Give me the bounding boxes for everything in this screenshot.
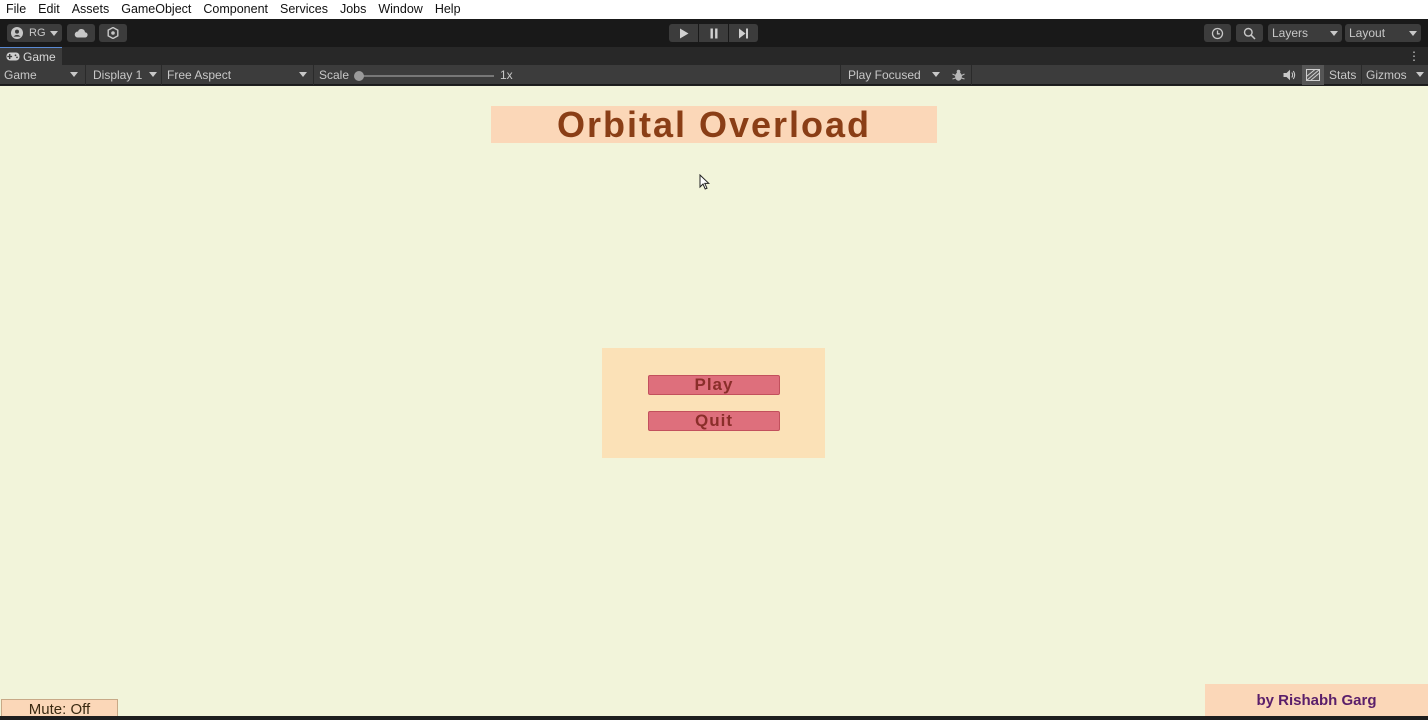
view-mode-dropdown[interactable]: Game <box>0 65 82 85</box>
tab-bar: Game ⋮ <box>0 47 1428 65</box>
menu-help[interactable]: Help <box>429 0 467 19</box>
frame-debugger-button[interactable] <box>948 65 970 85</box>
playmode-controls <box>669 24 758 42</box>
layout-dropdown[interactable]: Layout <box>1345 24 1421 42</box>
game-view-toolbar: Game Display 1 Free Aspect Scale 1x Play… <box>0 65 1428 85</box>
undo-history-button[interactable] <box>1204 24 1231 42</box>
mute-toggle-button[interactable]: Mute: Off <box>1 699 118 716</box>
title-banner: Orbital Overload <box>491 103 937 145</box>
menu-file[interactable]: File <box>0 0 32 19</box>
main-toolbar: RG Layers Layout <box>0 19 1428 47</box>
layers-label: Layers <box>1272 26 1309 40</box>
play-game-button[interactable]: Play <box>648 375 780 395</box>
play-mode-label: Play Focused <box>848 68 921 82</box>
account-dropdown[interactable]: RG <box>7 24 62 42</box>
gizmos-label: Gizmos <box>1366 68 1407 82</box>
chevron-down-icon <box>299 72 307 77</box>
bug-icon <box>952 69 965 85</box>
chevron-down-icon <box>70 72 78 77</box>
cloud-button[interactable] <box>67 24 95 42</box>
display-label: Display 1 <box>93 68 143 82</box>
display-dropdown[interactable]: Display 1 <box>89 65 161 85</box>
scale-slider-track[interactable] <box>358 75 494 77</box>
menu-component[interactable]: Component <box>197 0 274 19</box>
window-bottom-edge <box>0 716 1428 720</box>
speaker-icon <box>1283 69 1296 84</box>
divider <box>971 65 972 85</box>
chevron-down-icon <box>50 31 58 36</box>
aspect-dropdown[interactable]: Free Aspect <box>163 65 311 85</box>
tab-game[interactable]: Game <box>0 47 62 65</box>
divider <box>85 65 86 85</box>
chevron-down-icon <box>149 72 157 77</box>
search-icon <box>1243 27 1256 40</box>
layers-dropdown[interactable]: Layers <box>1268 24 1342 42</box>
step-icon <box>738 24 749 43</box>
more-options-icon[interactable]: ⋮ <box>1408 49 1420 63</box>
search-button[interactable] <box>1236 24 1263 42</box>
settings-icon <box>107 27 119 39</box>
chevron-down-icon <box>932 72 940 77</box>
divider <box>313 65 314 85</box>
grid-icon <box>1306 69 1320 84</box>
play-icon <box>679 24 689 43</box>
menu-assets[interactable]: Assets <box>66 0 116 19</box>
chevron-down-icon <box>1409 31 1417 36</box>
game-title: Orbital Overload <box>556 103 872 145</box>
mute-audio-button[interactable] <box>1279 65 1301 85</box>
pause-icon <box>709 24 719 43</box>
account-label: RG <box>29 27 46 39</box>
layout-label: Layout <box>1349 26 1386 40</box>
divider <box>161 65 162 85</box>
aspect-overlay-toggle[interactable] <box>1302 65 1324 85</box>
stats-button[interactable]: Stats <box>1325 65 1361 85</box>
scale-label: Scale <box>319 68 350 82</box>
pause-button[interactable] <box>699 24 728 42</box>
chevron-down-icon <box>1416 72 1424 77</box>
cloud-icon <box>74 28 88 38</box>
game-viewport[interactable]: Orbital Overload Play Quit Mute: Off by … <box>0 86 1428 716</box>
play-mode-dropdown[interactable]: Play Focused <box>844 65 944 85</box>
play-button[interactable] <box>669 24 698 42</box>
divider <box>840 65 841 85</box>
aspect-label: Free Aspect <box>167 68 232 82</box>
menu-edit[interactable]: Edit <box>32 0 66 19</box>
step-button[interactable] <box>729 24 758 42</box>
quit-game-button[interactable]: Quit <box>648 411 780 431</box>
view-mode-label: Game <box>4 68 37 82</box>
gamepad-icon <box>6 48 20 66</box>
menu-window[interactable]: Window <box>372 0 428 19</box>
main-menu-panel: Play Quit <box>602 348 825 458</box>
history-icon <box>1211 27 1224 40</box>
menu-services[interactable]: Services <box>274 0 334 19</box>
chevron-down-icon <box>1330 31 1338 36</box>
menu-bar: File Edit Assets GameObject Component Se… <box>0 0 1428 19</box>
scale-slider-handle[interactable] <box>354 71 364 81</box>
settings-button[interactable] <box>99 24 127 42</box>
menu-gameobject[interactable]: GameObject <box>115 0 197 19</box>
mouse-cursor-icon <box>699 173 711 194</box>
account-icon <box>11 27 23 39</box>
scale-value: 1x <box>500 68 513 82</box>
gizmos-dropdown[interactable]: Gizmos <box>1362 65 1428 85</box>
menu-jobs[interactable]: Jobs <box>334 0 372 19</box>
tab-game-label: Game <box>23 49 56 64</box>
credit-label: by Rishabh Garg <box>1205 684 1428 716</box>
